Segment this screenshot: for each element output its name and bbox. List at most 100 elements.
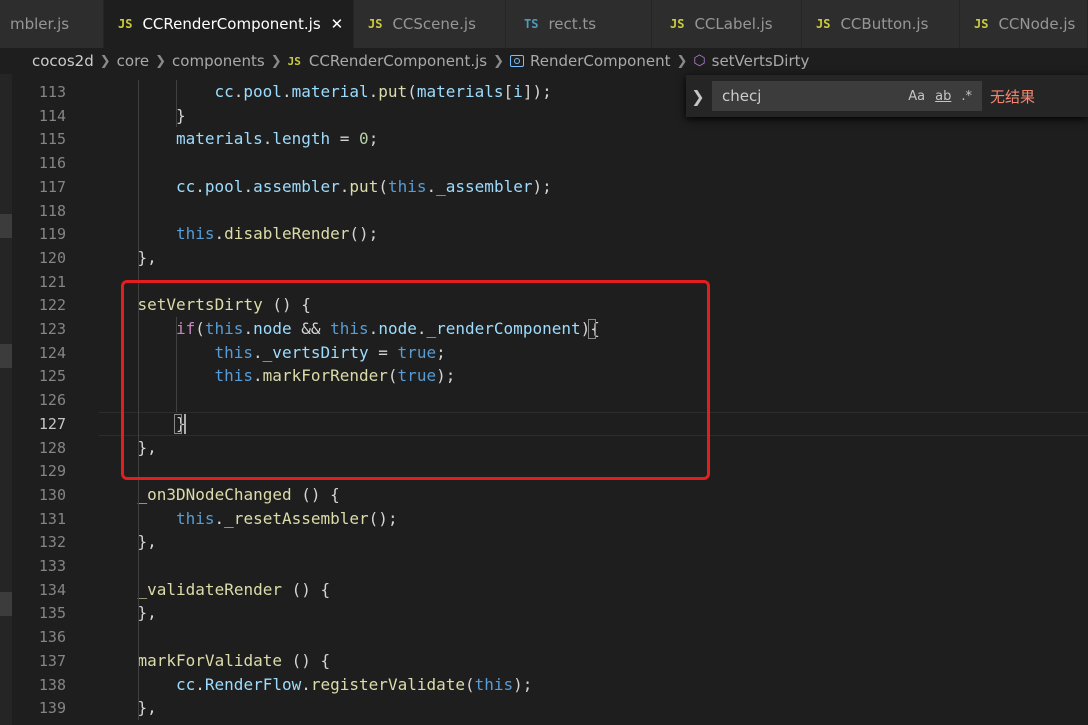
code-line[interactable]: 138 cc.RenderFlow.registerValidate(this); (0, 673, 1088, 697)
find-input-value: checj (722, 87, 762, 105)
code-text: }, (138, 601, 157, 625)
code-line[interactable]: 120}, (0, 246, 1088, 270)
line-number: 127 (38, 414, 66, 433)
tab-rect[interactable]: TS rect.ts (506, 0, 652, 48)
line-number: 120 (38, 248, 66, 267)
code-line[interactable]: 118 (0, 199, 1088, 223)
find-widget: ❯ checj Aa ab .* 无结果 (686, 75, 1088, 117)
line-number: 119 (38, 225, 66, 244)
breadcrumb-item-file[interactable]: JS CCRenderComponent.js (288, 52, 487, 70)
code-line[interactable]: 117 cc.pool.assembler.put(this._assembler… (0, 175, 1088, 199)
line-number: 129 (38, 462, 66, 481)
code-line[interactable]: 116 (0, 151, 1088, 175)
code-line[interactable]: 134 _validateRender () { (0, 578, 1088, 602)
tab-label: CCNode.js (998, 15, 1076, 33)
tab-ccbutton[interactable]: JS CCButton.js (802, 0, 960, 48)
line-number: 124 (38, 343, 66, 362)
chevron-right-icon[interactable]: ❯ (686, 87, 710, 106)
code-token: materials (416, 82, 504, 101)
code-text: _on3DNodeChanged () { (138, 483, 340, 507)
code-token: }, (137, 247, 157, 267)
breadcrumb-item-cocos2d[interactable]: cocos2d (0, 52, 94, 70)
code-token: _assembler (436, 176, 533, 196)
code-text: cc.pool.material.put(materials[i]); (215, 80, 552, 104)
code-token: . (214, 224, 225, 244)
code-token: . (233, 82, 244, 101)
chevron-right-icon: ❯ (493, 53, 504, 69)
code-line[interactable]: 135}, (0, 601, 1088, 625)
code-text: }, (138, 696, 157, 720)
code-text: _validateRender () { (138, 578, 331, 602)
tab-cclabel[interactable]: JS CCLabel.js (652, 0, 802, 48)
code-token: . (195, 674, 205, 694)
line-number: 115 (38, 130, 66, 149)
code-line[interactable]: 131 this._resetAssembler(); (0, 507, 1088, 531)
js-file-icon: JS (670, 17, 685, 31)
code-text: }, (138, 530, 157, 554)
js-file-icon: JS (974, 17, 989, 31)
highlight-annotation-box (121, 280, 710, 480)
tab-ccrendercomponent[interactable]: JS CCRenderComponent.js ✕ (104, 0, 354, 48)
breadcrumb-class-label: RenderComponent (529, 52, 671, 70)
code-token: . (281, 82, 292, 101)
breadcrumb-item-components[interactable]: components (172, 52, 265, 70)
match-whole-word-button[interactable]: ab (935, 89, 951, 104)
js-file-icon: JS (816, 17, 831, 31)
code-line[interactable]: 136 (0, 625, 1088, 649)
code-line[interactable]: 137 markForValidate () { (0, 649, 1088, 673)
code-token: _validateRender (137, 579, 283, 599)
line-number: 123 (38, 320, 66, 338)
code-text: cc.pool.assembler.put(this._assembler); (176, 175, 552, 199)
code-token: . (301, 674, 311, 694)
code-token: ( (407, 82, 417, 101)
tab-label: mbler.js (10, 15, 70, 33)
code-token: . (339, 176, 350, 196)
code-line[interactable]: 115 materials.length = 0; (0, 127, 1088, 151)
line-number: 116 (38, 154, 66, 173)
code-token: disableRender (224, 224, 350, 244)
close-icon[interactable]: ✕ (331, 15, 344, 33)
editor-tab-bar: mbler.js JS CCRenderComponent.js ✕ JS CC… (0, 0, 1088, 48)
tab-ccscene[interactable]: JS CCScene.js (354, 0, 506, 48)
code-token: . (243, 176, 254, 196)
code-token: registerValidate (310, 674, 465, 694)
code-token: pool (243, 82, 282, 101)
code-token: }, (137, 603, 157, 623)
code-token: material (291, 82, 369, 101)
code-line[interactable]: 130 _on3DNodeChanged () { (0, 483, 1088, 507)
breadcrumb-item-method[interactable]: ⬡ setVertsDirty (693, 52, 809, 70)
tab-label: CCLabel.js (694, 15, 773, 33)
find-input[interactable]: checj Aa ab .* (712, 81, 982, 111)
code-text: } (176, 104, 186, 128)
breadcrumb-method-label: setVertsDirty (711, 52, 810, 70)
match-case-button[interactable]: Aa (908, 89, 925, 104)
code-token: [ (503, 82, 514, 101)
code-token: i (513, 82, 523, 101)
code-token: markForValidate (137, 650, 283, 670)
code-token: length (272, 129, 331, 149)
tab-ccnode[interactable]: JS CCNode.js (960, 0, 1088, 48)
js-file-icon: JS (368, 17, 383, 31)
chevron-right-icon: ❯ (99, 53, 111, 69)
tab-assembler[interactable]: mbler.js (0, 0, 104, 48)
indent-guide (176, 80, 177, 128)
code-token: } (176, 105, 186, 125)
code-line[interactable]: 132}, (0, 530, 1088, 554)
code-token: pool (204, 176, 244, 196)
code-line[interactable]: 139}, (0, 696, 1088, 720)
code-token: _resetAssembler (224, 508, 369, 528)
code-token: cc (176, 176, 196, 196)
code-token: = (330, 129, 360, 149)
code-token: this (176, 508, 215, 528)
tab-label: rect.ts (548, 15, 597, 33)
code-line[interactable]: 133 (0, 554, 1088, 578)
chevron-right-icon: ❯ (270, 53, 282, 69)
breadcrumb-item-class[interactable]: RenderComponent (509, 52, 671, 70)
breadcrumb-item-core[interactable]: core (117, 52, 150, 70)
regex-button[interactable]: .* (961, 89, 972, 104)
line-number: 113 (38, 83, 66, 101)
code-token: () { (282, 579, 331, 599)
code-token: RenderFlow (204, 674, 302, 694)
code-line[interactable]: 119 this.disableRender(); (0, 222, 1088, 246)
code-token: assembler (253, 176, 340, 196)
